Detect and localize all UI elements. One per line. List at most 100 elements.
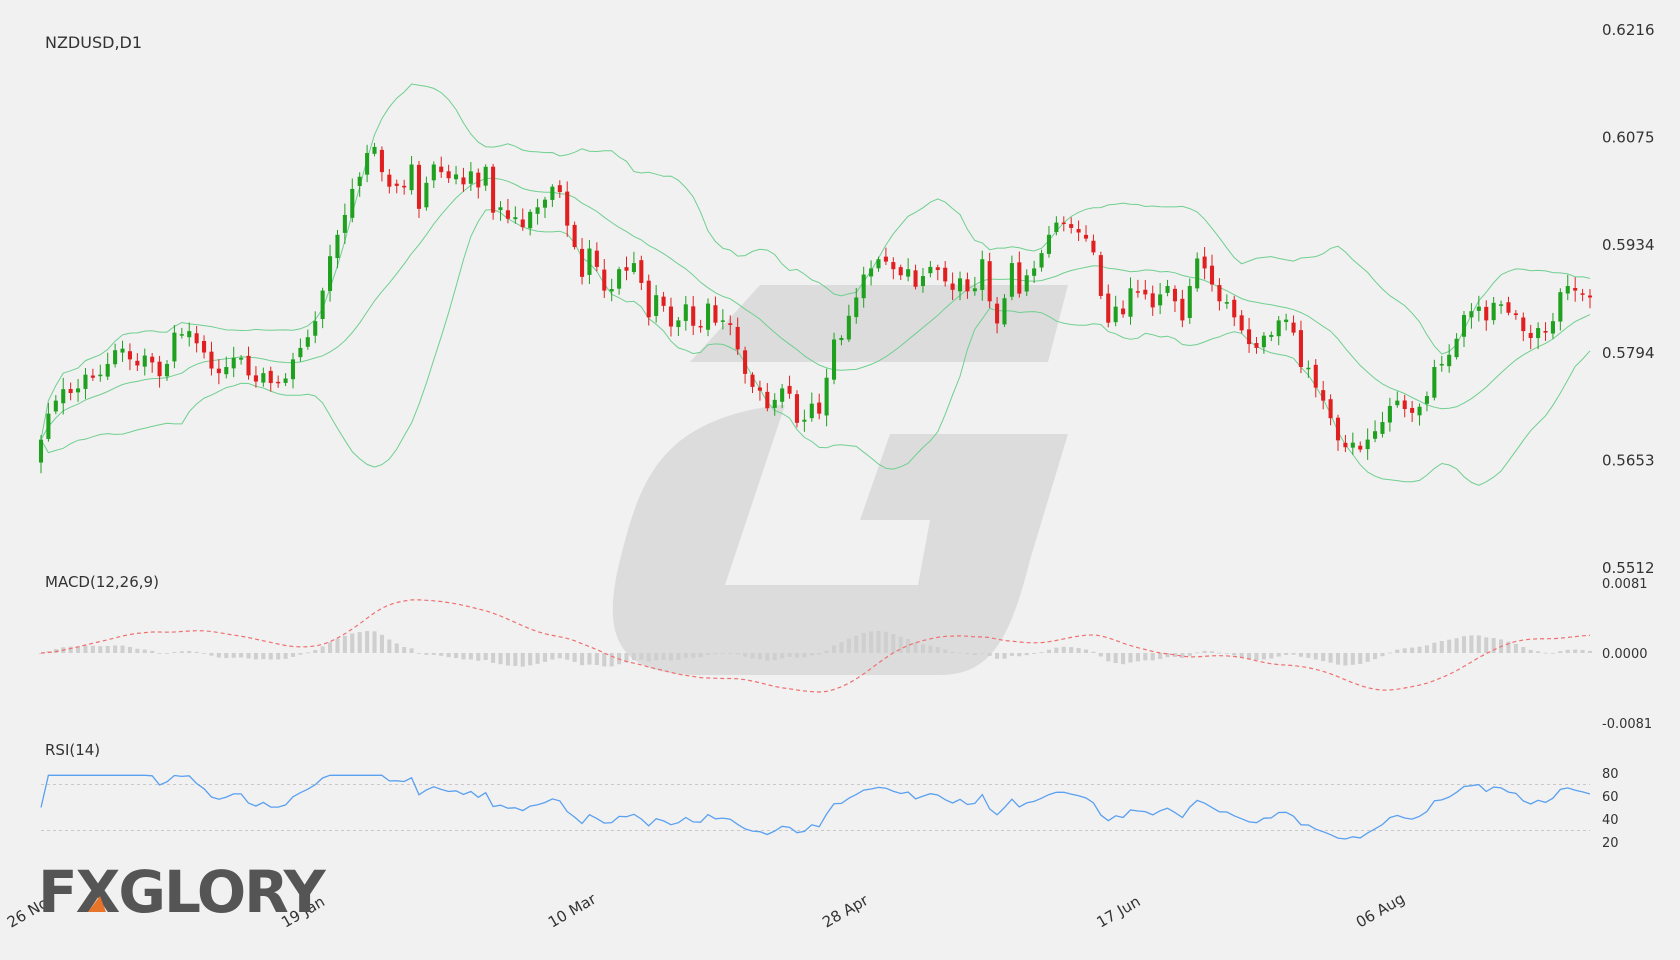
candle [1017, 251, 1022, 298]
macd-histogram-bar [839, 642, 844, 653]
candle [372, 142, 377, 157]
candle-body [869, 268, 874, 277]
candle [1380, 411, 1385, 438]
candle-body [1284, 319, 1289, 323]
rsi-panel [40, 774, 1591, 840]
candle-body [1558, 292, 1563, 322]
candle [743, 346, 748, 384]
macd-histogram-bar [1195, 652, 1200, 654]
candle [424, 176, 429, 211]
candle [580, 237, 585, 285]
candle-body [646, 280, 651, 318]
macd-histogram-bar [1328, 653, 1333, 663]
candle-body [1247, 329, 1252, 345]
candle-body [1150, 293, 1155, 308]
candle-body [787, 385, 792, 394]
candle [943, 261, 948, 287]
candle [565, 181, 570, 237]
candle [1573, 277, 1578, 302]
rsi-axis-tick-label: 80 [1602, 767, 1619, 782]
candle [1002, 294, 1007, 327]
candle-body [831, 339, 837, 380]
candle-body [454, 174, 459, 180]
candle-body [1587, 295, 1593, 298]
candle [350, 178, 355, 223]
candle-body [1439, 363, 1444, 366]
candle [1580, 288, 1585, 302]
macd-histogram-bar [1417, 646, 1422, 653]
macd-histogram-bar [350, 633, 355, 653]
macd-histogram-bar [750, 653, 755, 659]
candle-body [216, 368, 221, 374]
candle-body [631, 263, 636, 273]
rsi-axis-tick-label: 60 [1602, 790, 1619, 805]
candle [483, 164, 488, 191]
candle [476, 168, 481, 199]
candle-body [468, 171, 473, 184]
candle [461, 167, 466, 192]
macd-histogram-bar [557, 653, 562, 659]
macd-histogram-bar [602, 653, 607, 667]
macd-histogram-bar [980, 653, 985, 654]
candle-body [1536, 328, 1541, 339]
candle-body [780, 388, 785, 402]
candle [1528, 324, 1533, 350]
macd-histogram-bar [320, 646, 325, 653]
macd-histogram-bar [157, 653, 162, 654]
candle-body [1180, 298, 1185, 321]
candle [876, 256, 881, 272]
candle-body [1580, 293, 1585, 295]
candle-body [705, 303, 711, 330]
candle [513, 206, 518, 224]
candle-body [854, 297, 859, 318]
candle-body [624, 267, 629, 271]
date-axis-tick-label: 06 Aug [1353, 889, 1408, 931]
candle [750, 372, 755, 393]
candle [691, 295, 696, 336]
macd-histogram-bar [491, 653, 496, 663]
macd-histogram-bar [995, 653, 1000, 659]
macd-histogram-bar [535, 653, 540, 664]
candle-body [1009, 263, 1014, 297]
macd-histogram-bar [1343, 653, 1348, 666]
candle [1350, 432, 1355, 455]
candle [246, 346, 251, 380]
macd-histogram-bar [1387, 652, 1392, 654]
macd-histogram-bar [572, 653, 577, 662]
candle-body [972, 288, 977, 292]
candle-body [202, 340, 207, 353]
candle-body [1121, 308, 1126, 315]
candle-body [276, 381, 281, 384]
candle-body [639, 260, 644, 283]
macd-histogram-bar [1365, 653, 1370, 662]
macd-histogram-bar [965, 653, 970, 655]
candle [1521, 312, 1526, 342]
candle [53, 395, 58, 415]
macd-axis-tick-label: -0.0081 [1602, 717, 1652, 732]
macd-histogram-bar [446, 653, 451, 658]
candle [1306, 360, 1311, 378]
candle-body [846, 315, 851, 340]
candle-body [1513, 313, 1518, 316]
macd-histogram-bar [1276, 653, 1281, 657]
macd-histogram-bar [150, 650, 155, 653]
candle-body [127, 351, 132, 360]
candle [831, 332, 837, 385]
macd-histogram-bar [1158, 653, 1163, 660]
macd-histogram-bar [90, 645, 95, 653]
candle [157, 355, 162, 388]
candle-body [928, 266, 933, 274]
candle [1254, 337, 1259, 354]
candle-body [1469, 311, 1474, 318]
candle-body [817, 402, 822, 414]
macd-histogram-bar [928, 645, 933, 653]
macd-histogram-bar [268, 653, 273, 660]
candle [172, 324, 177, 369]
candle-body [1335, 417, 1341, 441]
macd-histogram-bar [83, 645, 88, 653]
candle-body [1032, 268, 1037, 276]
candle-body [609, 289, 614, 292]
macd-histogram-bar [676, 653, 681, 660]
macd-histogram-bar [935, 647, 940, 653]
date-axis-tick-label: 28 Apr [819, 891, 872, 932]
